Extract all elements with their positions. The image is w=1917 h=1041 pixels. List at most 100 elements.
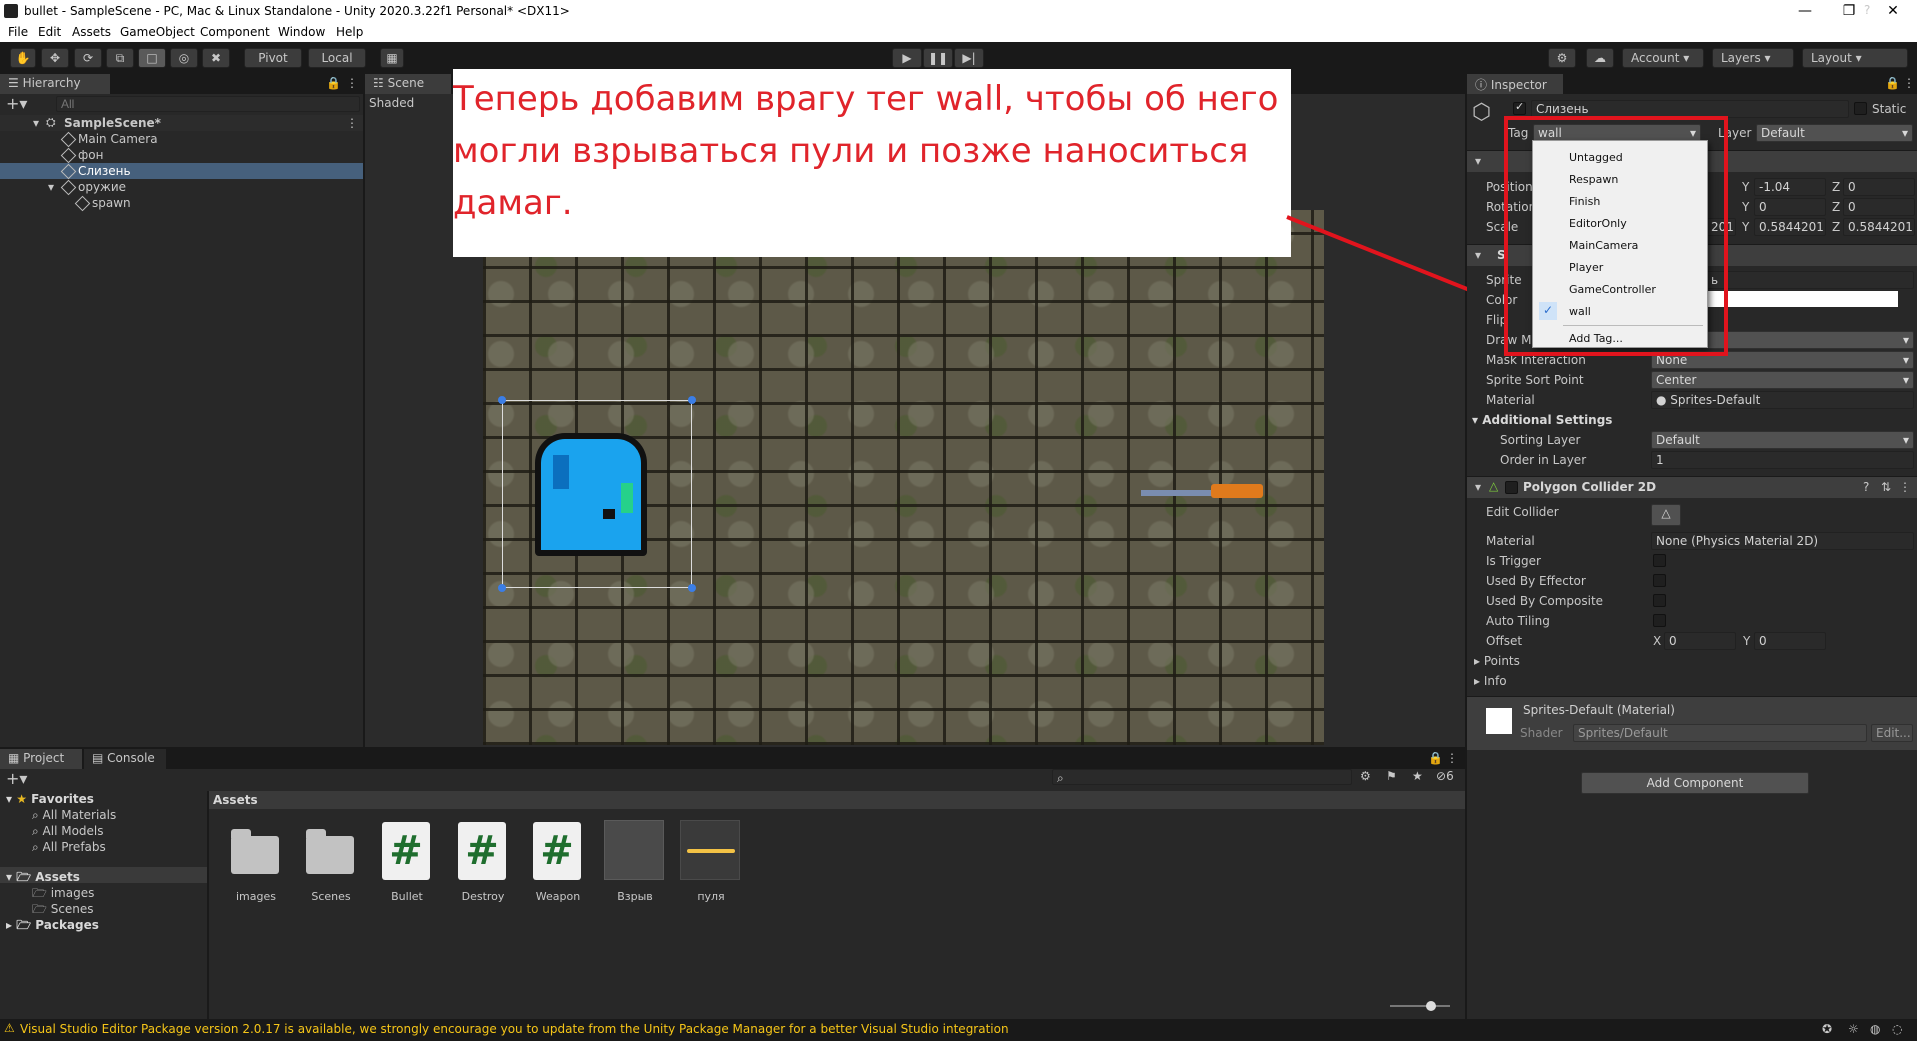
hidden-packages-icon[interactable]: ⊘6 — [1436, 769, 1454, 783]
offset-x-field[interactable]: 0 — [1664, 632, 1736, 650]
bug-icon[interactable]: ✪ — [1822, 1022, 1832, 1036]
lock-icon[interactable]: 🔒 — [326, 76, 341, 90]
layer-dropdown[interactable]: Default ▾ — [1756, 124, 1913, 142]
auto-tiling-checkbox[interactable] — [1653, 614, 1666, 627]
favorites-foldout[interactable]: ▾ ★ Favorites — [6, 792, 94, 806]
grid-snap-icon[interactable]: ▦ — [380, 48, 404, 68]
list-item-selected[interactable]: Слизень — [0, 163, 363, 180]
transform-tool-icon[interactable]: ◎ — [170, 48, 198, 68]
play-button[interactable]: ▶ — [892, 48, 922, 68]
scale-z-field[interactable]: 0.5844201 — [1843, 218, 1915, 236]
component-menu-icon[interactable]: ⋮ — [1899, 480, 1911, 494]
color-swatch[interactable] — [1706, 291, 1898, 307]
slider-thumb[interactable] — [1426, 1001, 1436, 1011]
additional-settings-foldout[interactable]: ▾ Additional Settings — [1472, 413, 1612, 427]
more-icon[interactable]: ⋮ — [1446, 751, 1458, 765]
assets-root-row[interactable]: ▾ 🗁 Assets — [0, 867, 207, 884]
hand-tool-icon[interactable]: ✋ — [10, 48, 36, 68]
local-toggle[interactable]: Local — [308, 48, 366, 68]
tab-inspector[interactable]: ⓘ Inspector — [1467, 74, 1563, 94]
step-button[interactable]: ▶| — [954, 48, 984, 68]
rect-handle-icon[interactable] — [688, 396, 696, 404]
tab-console[interactable]: ▤ Console — [84, 749, 166, 769]
collab-icon[interactable]: ⚙ — [1548, 48, 1576, 68]
pivot-toggle[interactable]: Pivot — [244, 48, 302, 68]
used-by-composite-checkbox[interactable] — [1653, 594, 1666, 607]
lock-icon[interactable]: 🔒 — [1428, 751, 1443, 765]
menu-edit[interactable]: Edit — [38, 25, 61, 39]
shader-edit-button[interactable]: Edit... — [1871, 724, 1913, 742]
component-enabled-checkbox[interactable] — [1505, 481, 1518, 494]
shader-dropdown[interactable]: Sprites/Default — [1573, 724, 1867, 742]
menu-gameobject[interactable]: GameObject — [120, 25, 195, 39]
list-item[interactable]: ▾ оружие — [0, 179, 363, 196]
rotation-z-field[interactable]: 0 — [1843, 198, 1915, 216]
cache-icon[interactable]: ◌ — [1892, 1022, 1902, 1036]
fav-all-models[interactable]: ⌕ All Models — [32, 824, 104, 839]
add-object-button[interactable]: +▾ — [6, 94, 27, 113]
rotation-y-field[interactable]: 0 — [1754, 198, 1826, 216]
collider-material-field[interactable]: None (Physics Material 2D) — [1651, 532, 1914, 550]
project-search-input[interactable]: ⌕ — [1052, 769, 1352, 785]
more-icon[interactable]: ⋮ — [346, 76, 358, 90]
menu-component[interactable]: Component — [200, 25, 270, 39]
help-icon[interactable]: ? — [1863, 480, 1869, 494]
menu-assets[interactable]: Assets — [72, 25, 111, 39]
offset-y-field[interactable]: 0 — [1754, 632, 1826, 650]
scale-y-field[interactable]: 0.5844201 — [1754, 218, 1826, 236]
menu-file[interactable]: File — [8, 25, 28, 39]
packages-foldout[interactable]: ▸ 🗁 Packages — [6, 916, 99, 937]
polygon-collider-header[interactable]: ▾ △ Polygon Collider 2D ? ⇅ ⋮ — [1467, 476, 1917, 498]
tab-project[interactable]: ▦ Project — [0, 749, 82, 769]
minimize-icon[interactable]: — — [1783, 0, 1827, 22]
list-item[interactable]: фон — [0, 147, 363, 164]
filter-type-icon[interactable]: ⚙ — [1360, 769, 1371, 783]
hierarchy-search-input[interactable] — [56, 96, 360, 112]
layout-dropdown[interactable]: Layout ▾ — [1802, 48, 1908, 68]
layers-dropdown[interactable]: Layers ▾ — [1712, 48, 1794, 68]
menu-window[interactable]: Window — [278, 25, 325, 39]
used-by-effector-checkbox[interactable] — [1653, 574, 1666, 587]
project-splitter[interactable] — [207, 791, 209, 1019]
tab-hierarchy[interactable]: ☰ Hierarchy — [0, 74, 110, 94]
favorite-star-icon[interactable]: ★ — [1412, 769, 1423, 783]
lighting-icon[interactable]: ☼ — [1848, 1022, 1859, 1036]
status-message[interactable]: Visual Studio Editor Package version 2.0… — [20, 1022, 1009, 1036]
rect-handle-icon[interactable] — [688, 584, 696, 592]
breadcrumb-assets[interactable]: Assets — [213, 793, 258, 807]
presets-icon[interactable]: ⇅ — [1881, 480, 1891, 494]
fav-all-materials[interactable]: ⌕ All Materials — [32, 808, 116, 823]
icon-size-slider[interactable] — [1390, 1001, 1450, 1011]
sorting-layer-dropdown[interactable]: Default ▾ — [1651, 431, 1914, 449]
tab-scene[interactable]: ☷ Scene — [365, 74, 451, 94]
help-icon[interactable]: ? — [1864, 3, 1870, 17]
slime-sprite[interactable] — [535, 433, 647, 556]
material-field[interactable]: ● Sprites-Default — [1651, 391, 1914, 409]
scene-view[interactable] — [483, 210, 1324, 745]
collapse-icon[interactable]: ▾ — [1475, 248, 1481, 262]
more-icon[interactable]: ⋮ — [1903, 76, 1915, 90]
sprite-field[interactable]: ь — [1706, 271, 1914, 289]
active-checkbox[interactable]: ✓ — [1513, 100, 1526, 115]
list-item[interactable]: Main Camera — [0, 131, 363, 148]
lock-icon[interactable]: 🔒 — [1885, 76, 1900, 90]
custom-tool-icon[interactable]: ✖ — [202, 48, 230, 68]
account-dropdown[interactable]: Account ▾ — [1622, 48, 1704, 68]
rect-handle-icon[interactable] — [498, 584, 506, 592]
rotate-tool-icon[interactable]: ⟳ — [74, 48, 102, 68]
shading-mode-dropdown[interactable]: Shaded — [369, 96, 414, 110]
weapon-sprite[interactable] — [1141, 482, 1263, 504]
scale-tool-icon[interactable]: ⧉ — [106, 48, 134, 68]
filter-label-icon[interactable]: ⚑ — [1386, 769, 1397, 783]
collapse-icon[interactable]: ▾ — [1475, 154, 1481, 168]
collapse-icon[interactable]: ▾ — [1475, 480, 1481, 494]
progress-icon[interactable]: ◍ — [1870, 1022, 1880, 1036]
position-y-field[interactable]: -1.04 — [1754, 178, 1826, 196]
expand-icon[interactable]: ▾ — [48, 180, 54, 194]
add-component-button[interactable]: Add Component — [1581, 772, 1809, 794]
close-icon[interactable]: ✕ — [1871, 0, 1915, 22]
cloud-icon[interactable]: ☁ — [1586, 48, 1614, 68]
create-asset-button[interactable]: +▾ — [6, 769, 27, 788]
rect-tool-icon[interactable]: □ — [138, 48, 166, 68]
scene-menu-icon[interactable]: ⋮ — [346, 116, 358, 130]
